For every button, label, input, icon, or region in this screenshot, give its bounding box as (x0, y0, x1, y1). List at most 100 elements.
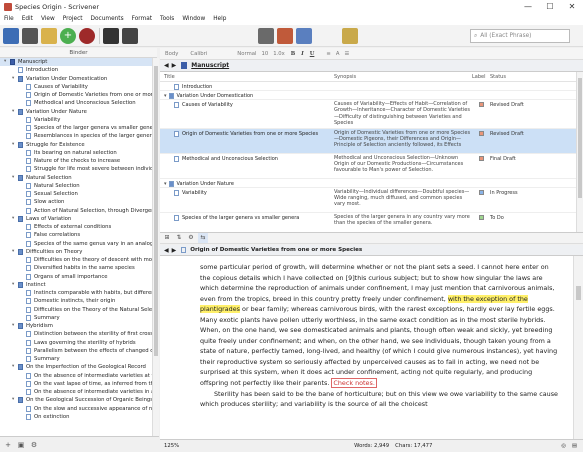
outline-row[interactable]: Species of the larger genera vs smaller … (160, 213, 576, 232)
underline-icon[interactable]: U (310, 51, 315, 57)
menu-edit[interactable]: Edit (22, 16, 33, 22)
outline-row[interactable]: Variability Variability—Individual differ… (160, 188, 576, 213)
binder-item[interactable]: Summary (0, 355, 152, 363)
bold-icon[interactable]: B (291, 51, 295, 57)
binder-item[interactable]: ▾ Manuscript (0, 58, 152, 67)
disclosure-icon[interactable]: ▾ (12, 174, 17, 182)
binder-item[interactable]: ▾ Variation Under Nature (0, 108, 152, 116)
binder-item[interactable]: Species of the same genus vary in an ana… (0, 240, 152, 248)
align-icon[interactable]: ≡ (326, 51, 330, 57)
binder-item[interactable]: On the vast lapse of time, as inferred f… (0, 380, 152, 388)
menu-tools[interactable]: Tools (160, 16, 174, 22)
binder-item[interactable]: Domestic instincts, their origin (0, 297, 152, 305)
binder-item[interactable]: ▾ Instinct (0, 281, 152, 289)
outline-scrollbar[interactable] (576, 72, 583, 232)
split-icon[interactable]: ⇆ (198, 233, 208, 243)
disclosure-icon[interactable]: ▾ (12, 215, 17, 223)
binder-item[interactable]: Laws governing the sterility of hybrids (0, 339, 152, 347)
paragraph-style-select[interactable]: Body (165, 51, 178, 57)
binder-item[interactable]: Introduction (0, 66, 152, 74)
back-icon[interactable]: ◀ (164, 62, 169, 69)
font-weight-select[interactable]: Normal (237, 51, 256, 57)
back-icon[interactable]: ◀ (164, 247, 169, 254)
add-item-icon[interactable]: + (3, 440, 13, 450)
disclosure-icon[interactable]: ▾ (12, 108, 17, 116)
disclosure-icon[interactable]: ▾ (164, 181, 167, 187)
binder-toggle-icon[interactable] (3, 27, 19, 44)
outline-row[interactable]: Methodical and Unconscious Selection Meth… (160, 154, 576, 179)
text-editor[interactable]: some particular period of growth, will d… (160, 256, 573, 439)
zoom-select[interactable]: 125% (164, 443, 179, 449)
binder-item[interactable]: Difficulties on the theory of descent wi… (0, 256, 152, 264)
outline-row[interactable]: ▾ Variation Under Nature (160, 179, 576, 188)
menu-file[interactable]: File (4, 16, 14, 22)
disclosure-icon[interactable]: ▾ (12, 281, 17, 289)
disclosure-icon[interactable]: ▾ (12, 396, 17, 404)
search-input[interactable]: ⌕ All (Exact Phrase) (470, 29, 570, 43)
binder-item[interactable]: Slow action (0, 198, 152, 206)
menu-view[interactable]: View (41, 16, 55, 22)
column-synopsis[interactable]: Synopsis (334, 72, 472, 81)
disclosure-icon[interactable]: ▾ (164, 93, 167, 99)
settings-icon[interactable]: ⚙ (29, 440, 39, 450)
menu-help[interactable]: Help (213, 16, 226, 22)
text-color-icon[interactable]: A (336, 51, 340, 57)
disclosure-icon[interactable]: ▾ (12, 75, 17, 83)
delete-icon[interactable] (79, 27, 95, 44)
binder-item[interactable]: Diversified habits in the same species (0, 264, 152, 272)
scrivenings-view-icon[interactable] (258, 27, 274, 44)
binder-item[interactable]: ▾ Natural Selection (0, 174, 152, 182)
minimize-button[interactable]: — (517, 0, 539, 13)
forward-icon[interactable]: ▶ (172, 62, 177, 69)
list-icon[interactable]: ☰ (344, 51, 349, 57)
binder-item[interactable]: On the absence of intermediate varieties… (0, 388, 152, 396)
binder-item[interactable]: Organs of small importance (0, 273, 152, 281)
column-title[interactable]: Title (160, 72, 334, 81)
outline-row[interactable]: Origin of Domestic Varieties from one or… (160, 128, 576, 154)
binder-item[interactable]: Nature of the checks to increase (0, 157, 152, 165)
status-menu-icon[interactable]: ▤ (572, 443, 577, 449)
binder-item[interactable]: ▾ Struggle for Existence (0, 141, 152, 149)
target-icon[interactable]: ◎ (561, 443, 566, 449)
binder-item[interactable]: Variability (0, 116, 152, 124)
settings-icon[interactable]: ⚙ (186, 233, 196, 243)
lock-icon[interactable]: ⊞ (162, 233, 172, 243)
maximize-button[interactable]: ☐ (539, 0, 561, 13)
binder-item[interactable]: On extinction (0, 413, 152, 421)
corkboard-view-icon[interactable] (277, 27, 293, 44)
add-icon[interactable]: + (60, 27, 76, 44)
binder-item[interactable]: Parallelism between the effects of chang… (0, 347, 152, 355)
collection-icon[interactable] (41, 27, 57, 44)
binder-item[interactable]: On the slow and successive appearance of… (0, 405, 152, 413)
binder-item[interactable]: Action of Natural Selection, through Div… (0, 207, 152, 215)
inspector-icon[interactable] (342, 27, 358, 44)
binder-item[interactable]: Resemblances in species of the larger ge… (0, 132, 152, 140)
binder-item[interactable]: ▾ Laws of Variation (0, 215, 152, 223)
compile-icon[interactable] (103, 27, 119, 44)
folder-icon[interactable] (22, 27, 38, 44)
outline-row[interactable]: Causes of Variability Causes of Variabili… (160, 100, 576, 129)
binder-scrollbar[interactable] (152, 58, 159, 436)
outline-view-icon[interactable] (296, 27, 312, 44)
editor-scrollbar[interactable] (573, 256, 583, 439)
binder-item[interactable]: Distinction between the sterility of fir… (0, 330, 152, 338)
binder-item[interactable]: ▾ On the Geological Succession of Organic… (0, 396, 152, 404)
font-size-select[interactable]: 10 (261, 51, 268, 57)
italic-icon[interactable]: I (301, 51, 303, 57)
bookmark-icon[interactable]: ⇅ (174, 233, 184, 243)
font-select[interactable]: Calibri (190, 51, 207, 57)
binder-item[interactable]: Causes of Variability (0, 83, 152, 91)
binder-item[interactable]: ▾ Hybridism (0, 322, 152, 330)
disclosure-icon[interactable]: ▾ (12, 248, 17, 256)
binder-item[interactable]: Difficulties on the Theory of the Natura… (0, 306, 152, 314)
close-button[interactable]: ✕ (561, 0, 583, 13)
column-status[interactable]: Status (490, 72, 560, 81)
binder-item[interactable]: Its bearing on natural selection (0, 149, 152, 157)
menu-format[interactable]: Format (132, 16, 152, 22)
binder-item[interactable]: ▾ Difficulties on Theory (0, 248, 152, 256)
binder-item[interactable]: Origin of Domestic Varieties from one or… (0, 91, 152, 99)
disclosure-icon[interactable]: ▾ (12, 363, 17, 371)
binder-item[interactable]: Species of the larger genera vs smaller … (0, 124, 152, 132)
disclosure-icon[interactable]: ▾ (12, 322, 17, 330)
composition-mode-icon[interactable] (122, 27, 138, 44)
